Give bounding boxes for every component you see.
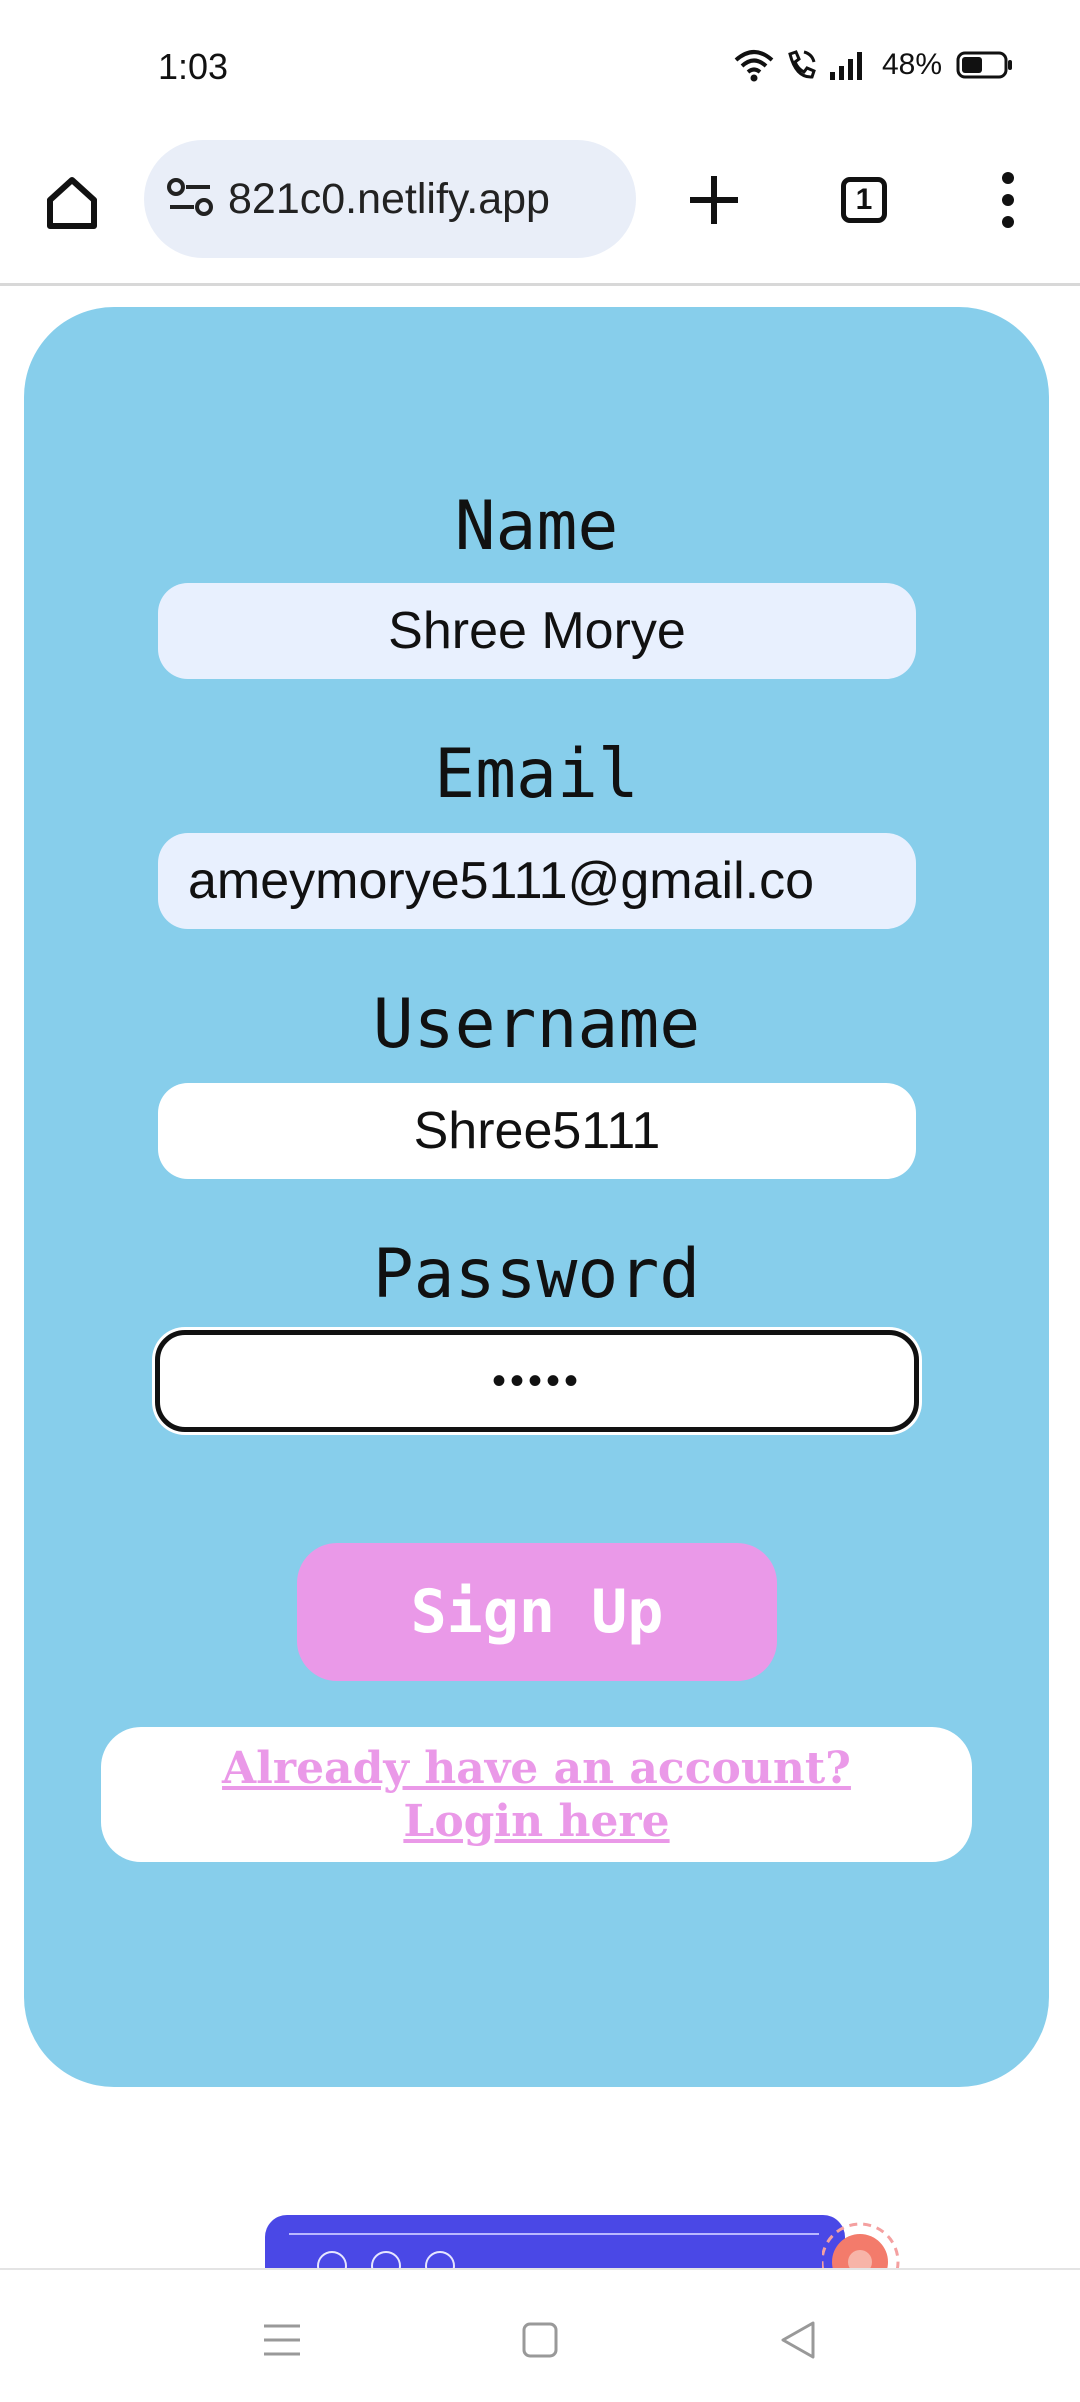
browser-toolbar: 821c0.netlify.app 1 — [0, 130, 1080, 286]
menu-lines-icon — [264, 2324, 300, 2356]
username-label: Username — [372, 985, 701, 1064]
battery-icon — [956, 50, 1014, 80]
login-link-container: Already have an account? Login here — [101, 1727, 972, 1862]
back-button[interactable] — [768, 2310, 828, 2370]
system-nav-bar — [0, 2268, 1080, 2402]
email-input[interactable]: ameymorye5111@gmail.co — [158, 833, 916, 929]
wifi-icon — [734, 48, 774, 82]
home-nav-button[interactable] — [510, 2310, 570, 2370]
toolbar-divider — [0, 283, 1080, 286]
tab-switcher-button[interactable]: 1 — [822, 158, 906, 242]
password-input[interactable]: ••••• — [155, 1330, 919, 1432]
name-input[interactable]: Shree Morye — [158, 583, 916, 679]
battery-percent: 48% — [881, 48, 942, 81]
back-triangle-icon — [781, 2321, 815, 2359]
peek-divider — [289, 2233, 819, 2235]
status-time: 1:03 — [158, 46, 229, 87]
password-mask: ••••• — [491, 1358, 583, 1403]
more-vert-icon — [1002, 172, 1014, 228]
url-text: 821c0.netlify.app — [228, 174, 550, 223]
address-bar[interactable]: 821c0.netlify.app — [144, 140, 636, 258]
sign-up-button[interactable]: Sign Up — [297, 1543, 777, 1681]
home-icon — [47, 177, 97, 229]
plus-icon — [690, 176, 738, 224]
more-menu-button[interactable] — [966, 158, 1050, 242]
wifi-calling-icon — [784, 48, 818, 82]
name-label: Name — [454, 487, 619, 566]
login-link[interactable]: Already have an account? Login here — [157, 1742, 917, 1848]
signal-icon — [828, 50, 868, 80]
status-bar: 1:03 48% — [0, 0, 1080, 130]
home-button[interactable] — [30, 160, 114, 244]
password-label: Password — [372, 1235, 701, 1314]
square-icon — [522, 2322, 558, 2358]
new-tab-button[interactable] — [672, 158, 756, 242]
site-settings-icon[interactable] — [166, 177, 214, 222]
status-icons: 48% — [734, 48, 1014, 82]
recents-button[interactable] — [252, 2310, 312, 2370]
next-section-card — [265, 2215, 845, 2275]
signup-card: Name Shree Morye Email ameymorye5111@gma… — [24, 307, 1049, 2087]
email-label: Email — [434, 735, 639, 814]
tab-count: 1 — [841, 177, 887, 223]
username-input[interactable]: Shree5111 — [158, 1083, 916, 1179]
